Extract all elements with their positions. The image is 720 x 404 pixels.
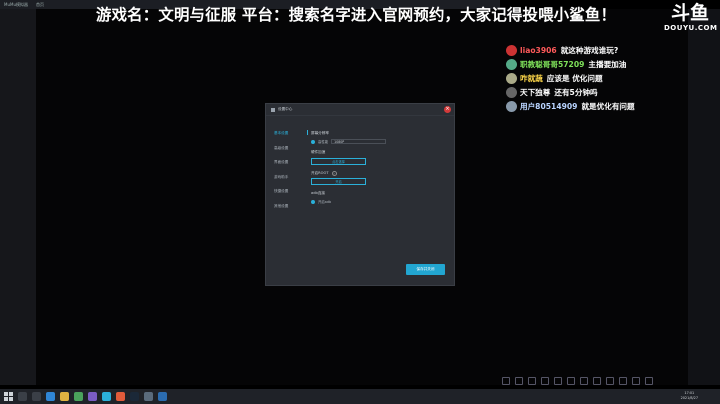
tool-icon[interactable] — [619, 377, 627, 385]
tool-icon[interactable] — [593, 377, 601, 385]
tool-icon[interactable] — [541, 377, 549, 385]
tool-icon[interactable] — [502, 377, 510, 385]
stream-banner: 游戏名：文明与征服 平台：搜索名字进入官网预约，大家记得投喂小鲨鱼！ — [96, 6, 617, 24]
browser-icon[interactable] — [46, 392, 55, 401]
app-icon[interactable] — [158, 392, 167, 401]
emulator-left-panel — [0, 9, 36, 385]
logo-en: DOUYU.COM — [664, 24, 718, 32]
nav-item-interface[interactable]: 界面设置 — [274, 160, 302, 175]
tool-icon[interactable] — [632, 377, 640, 385]
avatar — [506, 87, 517, 99]
adb-radio[interactable] — [311, 199, 315, 204]
tool-icon[interactable] — [645, 377, 653, 385]
app-icon[interactable] — [88, 392, 97, 401]
avatar — [506, 73, 517, 85]
settings-content: 屏幕分辨率 高性能 1080P 硬件加速 点击选择 开启ROOT ? 开启 ad… — [311, 131, 451, 210]
dialog-title: 设置中心 — [278, 107, 293, 111]
folder-icon[interactable] — [60, 392, 69, 401]
root-row: 开启ROOT ? — [311, 171, 451, 176]
root-button[interactable]: 开启 — [311, 178, 366, 185]
chat-message: liao3906 就这种游戏谁玩? — [506, 44, 716, 58]
settings-nav: 基本设置 高级设置 界面设置 游戏助手 快捷设置 其他设置 — [274, 130, 308, 219]
steam-icon[interactable] — [130, 392, 139, 401]
gpu-select-button[interactable]: 点击选择 — [311, 158, 366, 165]
app-icon[interactable] — [74, 392, 83, 401]
tool-icon[interactable] — [606, 377, 614, 385]
avatar — [506, 101, 517, 113]
chat-text: 应该是 优化问题 — [546, 74, 603, 84]
chat-message: 职教聪哥哥57209 主播要加油 — [506, 58, 716, 72]
settings-dialog: 设置中心 × 基本设置 高级设置 界面设置 游戏助手 快捷设置 其他设置 屏幕分… — [265, 103, 455, 286]
section-label: adb连接 — [311, 191, 325, 195]
nav-item-advanced[interactable]: 高级设置 — [274, 146, 302, 161]
nav-item-other[interactable]: 其他设置 — [274, 204, 302, 219]
tool-icon[interactable] — [554, 377, 562, 385]
chat-text: 就是优化有问题 — [581, 102, 635, 112]
tool-icon[interactable] — [515, 377, 523, 385]
chat-user: 天下独尊 — [520, 88, 551, 98]
chat-user: 咋就蔬 — [520, 74, 543, 84]
app-icon[interactable] — [116, 392, 125, 401]
tool-icon[interactable] — [567, 377, 575, 385]
clock-date: 2021/8/27 — [680, 396, 698, 400]
section-label: 屏幕分辨率 — [311, 131, 329, 135]
adb-option: 开启adb — [318, 200, 332, 204]
chat-text: 主播要加油 — [588, 60, 627, 70]
chat-user: 用户80514909 — [520, 102, 578, 112]
adb-row: 开启adb — [311, 199, 451, 204]
windows-start-icon[interactable] — [4, 392, 13, 401]
chat-message: 用户80514909 就是优化有问题 — [506, 100, 716, 114]
task-view-icon[interactable] — [32, 392, 41, 401]
resolution-radio[interactable] — [311, 139, 315, 144]
avatar — [506, 59, 517, 71]
chat-message: 天下独尊 还有5分钟吗 — [506, 86, 716, 100]
app-icon[interactable] — [102, 392, 111, 401]
douyu-logo: 斗鱼 DOUYU.COM — [664, 2, 718, 36]
chat-message: 咋就蔬 应该是 优化问题 — [506, 72, 716, 86]
tool-icon[interactable] — [528, 377, 536, 385]
chat-user: 职教聪哥哥57209 — [520, 60, 585, 70]
dialog-header: 设置中心 × — [266, 104, 454, 116]
logo-cn: 斗鱼 — [670, 2, 709, 24]
resolution-option: 高性能 — [318, 140, 329, 144]
app-icon[interactable] — [144, 392, 153, 401]
close-icon[interactable]: × — [444, 106, 451, 113]
settings-icon — [271, 107, 275, 112]
section-label: 硬件加速 — [311, 150, 326, 154]
nav-item-shortcut[interactable]: 快捷设置 — [274, 189, 302, 204]
nav-active-marker — [307, 130, 308, 135]
help-icon[interactable]: ? — [331, 171, 337, 176]
search-icon[interactable] — [18, 392, 27, 401]
save-close-button[interactable]: 保存并关闭 — [406, 264, 445, 275]
chat-text: 还有5分钟吗 — [554, 88, 598, 98]
chat-overlay: liao3906 就这种游戏谁玩? 职教聪哥哥57209 主播要加油 咋就蔬 应… — [506, 44, 716, 114]
emulator-home-tab[interactable]: 首页 — [36, 2, 44, 8]
emulator-title: MuMu模拟器 — [4, 1, 28, 7]
emulator-bottom-tools — [502, 377, 653, 385]
section-label: 开启ROOT — [311, 171, 329, 175]
resolution-select[interactable]: 1080P — [331, 139, 387, 144]
nav-item-game-helper[interactable]: 游戏助手 — [274, 175, 302, 190]
nav-item-basic[interactable]: 基本设置 — [274, 131, 302, 146]
resolution-row: 高性能 1080P — [311, 139, 451, 144]
avatar — [506, 45, 517, 57]
system-clock[interactable]: 17:01 2021/8/27 — [681, 391, 698, 401]
chat-text: 就这种游戏谁玩? — [560, 46, 619, 56]
tool-icon[interactable] — [580, 377, 588, 385]
chat-user: liao3906 — [520, 46, 557, 56]
windows-taskbar: 17:01 2021/8/27 — [0, 389, 720, 404]
